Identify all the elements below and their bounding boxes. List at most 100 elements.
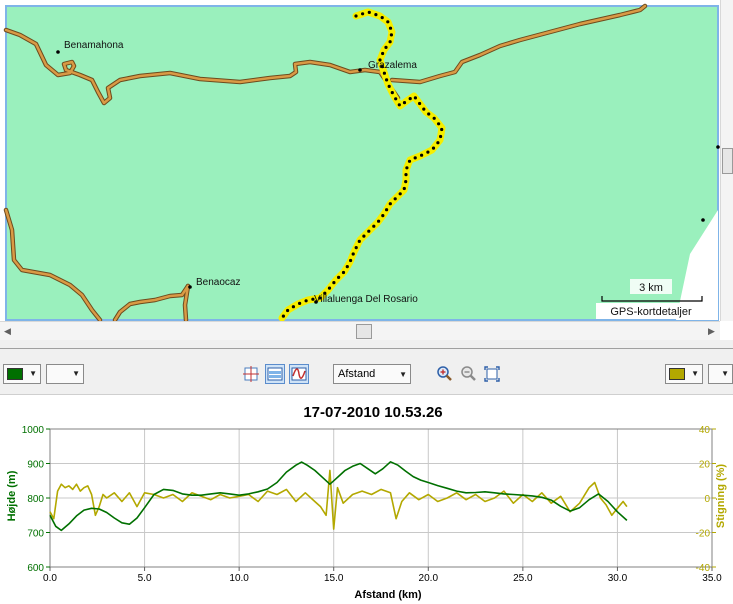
scroll-right-icon[interactable]: ▶ (708, 326, 715, 336)
chevron-down-icon: ▼ (691, 369, 699, 378)
right-series-color-picker[interactable]: ▼ (665, 364, 703, 384)
split-view-icon (267, 367, 283, 381)
track-point (385, 78, 389, 82)
zoom-fit-icon (484, 366, 500, 382)
map-view[interactable]: Benamahona Grazalema Benaocaz Villalueng… (0, 0, 733, 340)
track-point (397, 103, 401, 107)
y2-tick-label: 0 (704, 494, 710, 505)
y-tick-label: 700 (27, 529, 44, 540)
right-series-select[interactable]: ▼ (708, 364, 733, 384)
y2-tick-label: 20 (699, 460, 711, 471)
track-point (385, 208, 389, 212)
y2-tick-label: -40 (696, 563, 711, 574)
track-point (362, 234, 366, 238)
zoom-out-icon (461, 366, 476, 381)
crosshair-button[interactable] (241, 364, 261, 384)
track-point (390, 91, 394, 95)
left-series-color-picker[interactable]: ▼ (3, 364, 41, 384)
chart-title: 17-07-2010 10.53.26 (303, 404, 442, 421)
zoom-fit-button[interactable] (482, 364, 502, 384)
track-point (351, 252, 355, 256)
zoom-out-button[interactable] (458, 364, 478, 384)
left-series-select[interactable]: ▼ (46, 364, 84, 384)
y2-tick-label: 40 (699, 425, 711, 436)
vertical-scroll-thumb[interactable] (722, 148, 733, 174)
profile-chart-panel: 17-07-2010 10.53.26 0.0 5.0 10.0 15.0 20.0 25… (0, 395, 733, 604)
y2-axis-label: Stigning (%) (715, 464, 727, 528)
track-point (405, 166, 409, 170)
track-point (384, 45, 388, 50)
track-point (389, 33, 393, 37)
right-color-swatch (669, 368, 685, 380)
map-horizontal-scrollbar[interactable]: ◀ ▶ (0, 321, 720, 340)
track-point (394, 97, 398, 101)
map-vertical-scrollbar[interactable] (720, 0, 733, 321)
track-point (380, 16, 384, 20)
track-point (382, 71, 386, 75)
track-point (404, 180, 408, 184)
track-point (345, 265, 349, 269)
y-tick-label: 1000 (22, 425, 45, 436)
track-point (367, 229, 371, 233)
y-tick-label: 800 (27, 494, 44, 505)
track-point (402, 101, 407, 105)
crosshair-icon (243, 366, 259, 382)
track-point (354, 246, 358, 250)
x-tick-label: 30.0 (608, 573, 628, 584)
split-view-button[interactable] (265, 364, 285, 384)
place-marker (358, 68, 362, 72)
track-point (337, 275, 341, 279)
track-point (413, 96, 417, 100)
place-marker (701, 218, 705, 222)
track-point (372, 224, 376, 228)
chevron-down-icon: ▼ (399, 370, 407, 379)
horizontal-scroll-thumb[interactable] (356, 324, 372, 339)
track-point (327, 286, 332, 290)
track-point (377, 219, 381, 223)
elevation-series-line (49, 461, 628, 532)
wave-view-button[interactable] (289, 364, 309, 384)
panel-splitter[interactable] (0, 340, 733, 354)
track-point (367, 10, 371, 14)
track-point (298, 301, 302, 305)
track-point (388, 26, 393, 30)
track-point (420, 153, 424, 157)
x-axis-select-value: Afstand (338, 368, 376, 380)
x-axis-select[interactable]: Afstand ▼ (333, 364, 411, 384)
track-point (341, 270, 346, 275)
track-point (404, 173, 408, 177)
map-land-area (5, 5, 719, 321)
gps-details-label: GPS-kortdetaljer (610, 306, 692, 318)
x-tick-label: 0.0 (43, 573, 57, 584)
zoom-in-button[interactable] (434, 364, 454, 384)
place-label-villaluenga: Villaluenga Del Rosario (314, 294, 418, 305)
place-marker (56, 50, 60, 54)
track-point (357, 239, 361, 243)
chevron-down-icon: ▼ (29, 369, 37, 378)
track-point (281, 314, 285, 318)
track-point (439, 134, 443, 139)
track-point (388, 40, 392, 44)
slope-series-line (49, 469, 628, 530)
scroll-left-icon[interactable]: ◀ (4, 326, 11, 336)
x-tick-label: 15.0 (324, 573, 344, 584)
track-point (393, 197, 397, 201)
x-tick-label: 25.0 (513, 573, 533, 584)
x-tick-label: 20.0 (419, 573, 439, 584)
place-label-benaocaz: Benaocaz (196, 277, 240, 288)
map-canvas[interactable]: Benamahona Grazalema Benaocaz Villalueng… (0, 0, 720, 321)
track-point (349, 258, 353, 263)
track-point (291, 305, 295, 309)
profile-chart[interactable]: 17-07-2010 10.53.26 0.0 5.0 10.0 15.0 20.0 25… (0, 395, 733, 604)
gps-details-badge: GPS-kortdetaljer (596, 303, 706, 319)
chart-series (49, 461, 628, 532)
track-point (398, 192, 402, 196)
track-point (426, 150, 430, 154)
track-point (381, 51, 385, 56)
wave-icon (291, 367, 307, 381)
x-axis-label: Afstand (km) (354, 589, 422, 601)
track-point (427, 112, 431, 116)
track-point (408, 97, 412, 101)
scale-label: 3 km (639, 282, 663, 294)
track-point (374, 13, 378, 17)
